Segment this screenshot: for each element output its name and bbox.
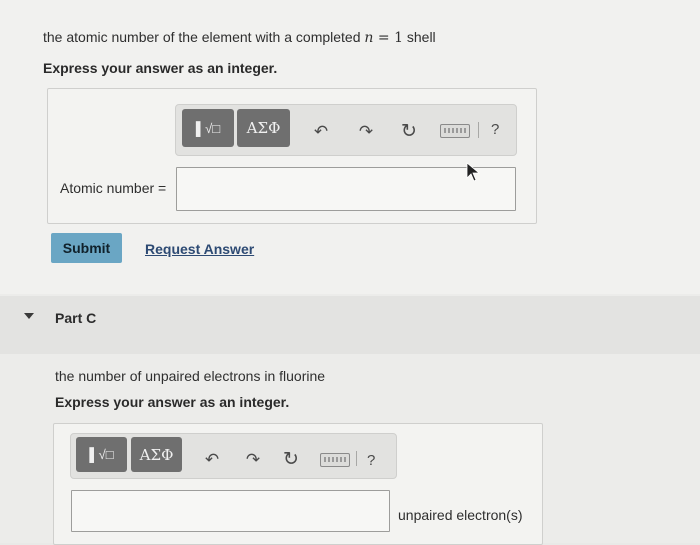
units-label: unpaired electron(s): [398, 507, 523, 523]
unpaired-electrons-input[interactable]: [71, 490, 390, 532]
part-b-question: the atomic number of the element with a …: [43, 29, 436, 46]
redo-icon[interactable]: ↷: [243, 450, 263, 468]
toolbar-divider: [478, 122, 479, 138]
part-c-question: the number of unpaired electrons in fluo…: [55, 368, 326, 384]
atomic-number-label: Atomic number =: [60, 180, 167, 196]
part-c-instruction: Express your answer as an integer.: [55, 394, 290, 410]
undo-icon[interactable]: ↶: [311, 121, 331, 141]
keyboard-icon[interactable]: [440, 124, 470, 138]
keyboard-icon[interactable]: [320, 453, 350, 467]
part-c-header[interactable]: [0, 296, 700, 354]
templates-button[interactable]: ▌√□: [76, 437, 127, 472]
submit-button[interactable]: Submit: [51, 233, 122, 263]
symbols-button[interactable]: ΑΣΦ: [131, 437, 182, 472]
question-equation: = 1: [373, 30, 403, 46]
templates-button[interactable]: ▌√□: [182, 109, 234, 147]
question-prefix: the atomic number of the element with a …: [43, 29, 365, 45]
undo-icon[interactable]: ↶: [202, 450, 222, 468]
symbols-button[interactable]: ΑΣΦ: [237, 109, 290, 147]
reset-icon[interactable]: ↻: [280, 450, 302, 469]
help-button[interactable]: ?: [491, 121, 499, 138]
reset-icon[interactable]: ↻: [398, 121, 420, 141]
request-answer-link[interactable]: Request Answer: [145, 241, 254, 257]
cursor-icon: [466, 162, 481, 182]
atomic-number-input[interactable]: [176, 167, 516, 211]
collapse-caret-icon[interactable]: [24, 313, 34, 319]
redo-icon[interactable]: ↷: [356, 121, 376, 141]
part-c-title[interactable]: Part C: [55, 310, 96, 326]
toolbar-divider: [356, 451, 357, 466]
help-button[interactable]: ?: [367, 452, 375, 469]
part-b-instruction: Express your answer as an integer.: [43, 60, 278, 76]
question-suffix: shell: [402, 29, 436, 45]
